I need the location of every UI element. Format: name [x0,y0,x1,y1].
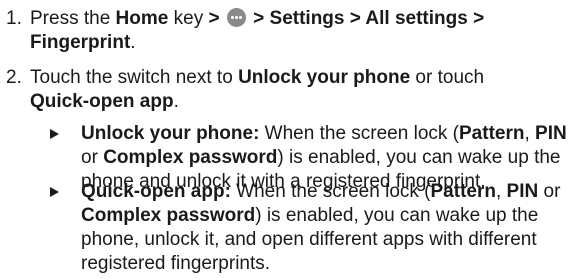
step-text: Press the Home key > > Settings > All se… [30,7,575,55]
settings-path: > Settings > All settings > [253,8,485,29]
text-run: registered fingerprints. [81,253,271,274]
fingerprint-label: Fingerprint [30,32,131,53]
bullet-1-line-1: Unlock your phone: When the screen lock … [81,122,576,146]
bullet-arrow-icon [50,129,59,139]
bullet-heading: Unlock your phone: [81,123,260,144]
text-run: Touch the switch next to [30,67,239,88]
unlock-phone-label: Unlock your phone [238,67,411,88]
text-run: Press the [30,8,116,29]
text-run: phone, unlock it, and open different app… [81,229,537,250]
step-number: 1. [6,8,22,29]
bullet-text: Quick-open app: When the screen lock (Pa… [81,180,576,276]
complex-password-label: Complex password [81,205,256,226]
bullet-heading: Quick-open app: [81,181,231,202]
text-run: . [130,32,136,53]
text-run: ) is enabled, you can wake up the [255,205,539,226]
step-2-line-1: Touch the switch next to Unlock your pho… [30,66,575,90]
step-number: 2. [6,67,22,88]
home-key-label: Home [115,8,169,29]
text-run: , [524,123,536,144]
text-run: ) is enabled, you can wake up the [277,147,561,168]
instruction-document: 1. Press the Home key > > Settings > All… [0,0,580,279]
text-run: or touch [410,67,485,88]
text-run: or [538,181,561,202]
bullet-2-line-4: registered fingerprints. [81,252,576,276]
apps-icon [226,8,246,27]
step-1-line-2: Fingerprint. [30,31,575,55]
text-run: When the screen lock ( [259,123,459,144]
pin-label: PIN [506,181,539,202]
text-run: or [81,147,104,168]
complex-password-label: Complex password [103,147,278,168]
pattern-label: Pattern [459,123,525,144]
text-run: . [173,91,179,112]
menu-separator: > [208,8,220,29]
text-run: , [495,181,507,202]
step-text: Touch the switch next to Unlock your pho… [30,66,575,114]
pin-label: PIN [535,123,567,144]
text-run: key [168,8,209,29]
quick-open-app-label: Quick-open app [30,91,174,112]
bullet-arrow-icon [50,187,59,197]
text-run: When the screen lock ( [230,181,431,202]
step-2-line-2: Quick-open app. [30,90,575,114]
bullet-2-line-3: phone, unlock it, and open different app… [81,228,576,252]
bullet-1-line-2: or Complex password) is enabled, you can… [81,146,576,170]
step-1-line-1: Press the Home key > > Settings > All se… [30,7,575,31]
bullet-2-line-1: Quick-open app: When the screen lock (Pa… [81,180,576,204]
bullet-2-line-2: Complex password) is enabled, you can wa… [81,204,576,228]
pattern-label: Pattern [430,181,496,202]
